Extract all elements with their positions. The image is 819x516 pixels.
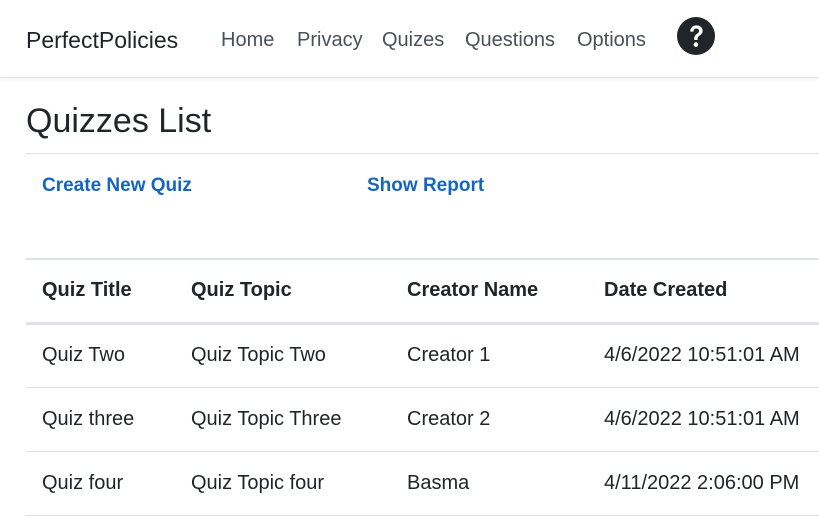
header-quiz-topic: Quiz Topic (191, 279, 292, 302)
show-report-link[interactable]: Show Report (367, 175, 484, 197)
cell-creator-name: Basma (407, 471, 470, 494)
header-quiz-title: Quiz Title (42, 279, 132, 302)
header-date-created: Date Created (604, 279, 728, 302)
nav-privacy[interactable]: Privacy (297, 29, 363, 52)
top-navbar: PerfectPolicies Home Privacy Quizes Ques… (0, 0, 819, 78)
table-row: Quiz three Quiz Topic Three Creator 2 4/… (26, 387, 819, 451)
cell-quiz-title: Quiz Two (42, 344, 125, 366)
header-creator-name: Creator Name (407, 279, 539, 302)
table-row: Quiz four Quiz Topic four Basma 4/11/202… (26, 451, 819, 515)
cell-quiz-topic: Quiz Topic Two (191, 344, 326, 366)
nav-options[interactable]: Options (577, 29, 646, 52)
cell-quiz-topic: Quiz Topic Three (191, 407, 342, 430)
nav-quizes[interactable]: Quizes (382, 29, 444, 52)
nav-questions[interactable]: Questions (465, 29, 555, 52)
table-row: Quiz Two Quiz Topic Two Creator 1 4/6/20… (26, 323, 819, 387)
quizzes-table: Quiz Title Quiz Topic Creator Name Date … (26, 258, 819, 516)
cell-creator-name: Creator 2 (407, 407, 491, 430)
quizzes-table-container: Quiz Title Quiz Topic Creator Name Date … (26, 258, 819, 516)
cell-date-created: 4/6/2022 10:51:01 AM (604, 407, 800, 430)
cell-quiz-title: Quiz four (42, 471, 124, 494)
divider (26, 153, 819, 154)
nav-home[interactable]: Home (221, 29, 274, 52)
cell-quiz-title: Quiz three (42, 407, 135, 430)
question-circle-icon[interactable] (677, 17, 715, 55)
table-header-row: Quiz Title Quiz Topic Creator Name Date … (26, 259, 819, 323)
create-new-quiz-link[interactable]: Create New Quiz (42, 175, 192, 197)
cell-creator-name: Creator 1 (407, 344, 491, 366)
page-title: Quizzes List (26, 102, 212, 140)
brand-link[interactable]: PerfectPolicies (26, 27, 178, 54)
cell-date-created: 4/6/2022 10:51:01 AM (604, 344, 800, 366)
cell-quiz-topic: Quiz Topic four (191, 471, 325, 494)
cell-date-created: 4/11/2022 2:06:00 PM (604, 471, 800, 494)
